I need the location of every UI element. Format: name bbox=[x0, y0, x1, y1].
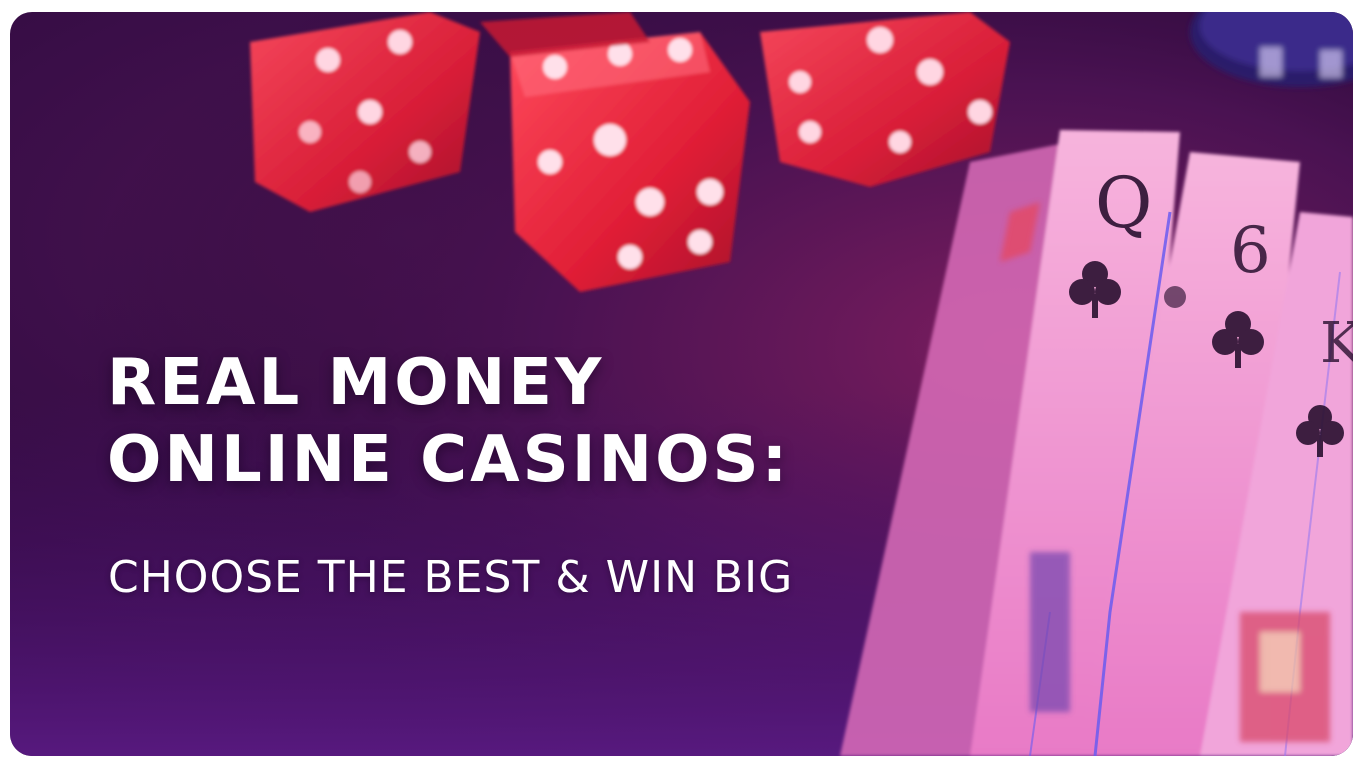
casino-banner: Q 6 K REAL MONEY ONLINE CASINOS: CHOOSE … bbox=[10, 12, 1353, 756]
headline-line-2: ONLINE CASINOS: bbox=[107, 423, 791, 497]
subheadline: CHOOSE THE BEST & WIN BIG bbox=[108, 552, 794, 603]
svg-text:K: K bbox=[1320, 311, 1353, 376]
svg-text:Q: Q bbox=[1095, 162, 1152, 244]
headline-line-1: REAL MONEY bbox=[107, 346, 605, 420]
svg-text:6: 6 bbox=[1230, 214, 1271, 288]
headline: REAL MONEY ONLINE CASINOS: bbox=[107, 345, 790, 499]
